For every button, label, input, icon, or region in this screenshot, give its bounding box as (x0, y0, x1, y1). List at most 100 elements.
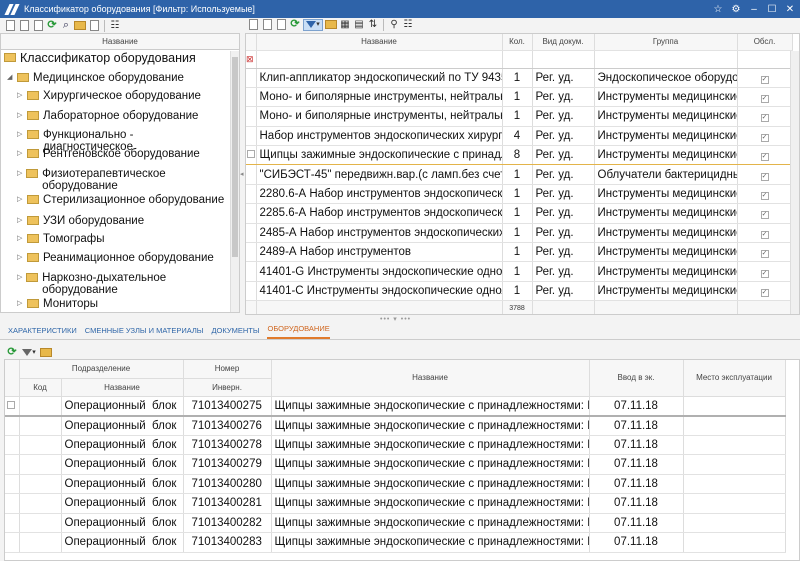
col-group[interactable]: Группа (594, 34, 738, 51)
table-row[interactable]: 2485-А Набор инструментов эндоскопически… (246, 223, 793, 244)
collapsed-arrow-icon[interactable]: ▷ (17, 233, 27, 245)
tree-node[interactable]: ▷ Хирургическое оборудование (17, 90, 226, 102)
minimize-button[interactable]: – (746, 1, 762, 17)
col-qty[interactable]: Кол. (502, 34, 533, 51)
table-row[interactable]: Набор инструментов эндоскопических хирур… (246, 126, 793, 147)
tree-node[interactable]: ◢ Медицинское оборудование (7, 72, 226, 84)
collapsed-arrow-icon[interactable]: ▷ (17, 215, 27, 227)
table-row[interactable]: Моно- и биполярные инструменты, нейтраль… (246, 87, 793, 108)
col-name[interactable]: Название (256, 34, 503, 51)
add-icon[interactable] (4, 20, 16, 32)
collapsed-arrow-icon[interactable]: ▷ (17, 129, 27, 141)
clear-filter-icon[interactable]: ⊠ (246, 50, 257, 69)
serviced-checkbox[interactable]: ✓ (737, 281, 793, 302)
filter-qty-input[interactable] (502, 50, 533, 69)
tree-node[interactable]: ▷ Томографы (17, 233, 226, 245)
collapsed-arrow-icon[interactable]: ▷ (17, 168, 26, 180)
serviced-checkbox[interactable]: ✓ (737, 87, 793, 108)
settings-icon[interactable]: ⚙ (728, 1, 744, 17)
tree-node[interactable]: ▷ Мониторы (17, 298, 226, 310)
serviced-checkbox[interactable]: ✓ (737, 145, 793, 166)
serviced-checkbox[interactable]: ✓ (737, 261, 793, 282)
close-button[interactable]: ✕ (782, 1, 798, 17)
tree-node[interactable]: Классификатор оборудования (4, 52, 226, 64)
col-code[interactable]: Код (19, 378, 62, 397)
serviced-checkbox[interactable]: ✓ (737, 68, 793, 88)
move-icon[interactable] (88, 20, 100, 32)
serviced-checkbox[interactable]: ✓ (737, 164, 793, 185)
folder-icon[interactable] (325, 19, 337, 31)
grid-scrollbar[interactable] (790, 51, 799, 314)
collapsed-arrow-icon[interactable]: ▷ (17, 298, 27, 310)
tab-3[interactable]: ОБОРУДОВАНИЕ (267, 324, 330, 339)
table-row[interactable]: Щипцы зажимные эндоскопические с принадл… (246, 145, 793, 166)
table-row[interactable]: Операционный блок 71013400280 Щипцы зажимн… (5, 474, 786, 494)
tree-node[interactable]: ▷ Лабораторное оборудование (17, 110, 226, 122)
tab-1[interactable]: СМЕННЫЕ УЗЛЫ И МАТЕРИАЛЫ (85, 326, 204, 339)
col-division-name[interactable]: Название (61, 378, 184, 397)
tree-node[interactable]: ▷ Рентгеновское оборудование (17, 148, 226, 160)
serviced-checkbox[interactable]: ✓ (737, 223, 793, 244)
table-row[interactable]: 41401-C Инструменты эндоскопические одно… (246, 281, 793, 302)
table-row[interactable]: Операционный блок 71013400283 Щипцы зажимн… (5, 532, 786, 553)
edit-icon[interactable] (275, 19, 287, 31)
grid-settings-icon[interactable]: ☷ (402, 19, 414, 31)
filter-group-input[interactable] (594, 50, 738, 69)
search-icon[interactable]: ⌕ (60, 20, 72, 32)
col-doctype[interactable]: Вид докум. (532, 34, 595, 51)
locate-icon[interactable]: ⚲ (388, 19, 400, 31)
col-division[interactable]: Подразделение (19, 360, 184, 379)
col-unit-name[interactable]: Название (271, 360, 590, 397)
serviced-checkbox[interactable]: ✓ (737, 106, 793, 127)
tree-node[interactable]: ▷ Стерилизационное оборудование (17, 194, 226, 206)
folder-icon[interactable] (40, 347, 52, 359)
tab-0[interactable]: ХАРАКТЕРИСТИКИ (8, 326, 77, 339)
col-place[interactable]: Место эксплуатации (683, 360, 786, 397)
refresh-icon[interactable]: ⟳ (289, 19, 301, 31)
col-number[interactable]: Номер (183, 360, 272, 379)
table-row[interactable]: 41401-G Инструменты эндоскопические одно… (246, 261, 793, 282)
refresh-icon[interactable]: ⟳ (6, 347, 18, 359)
filter-row[interactable]: ⊠ (246, 50, 793, 69)
serviced-checkbox[interactable]: ✓ (737, 203, 793, 224)
sort-icon[interactable]: ⇅ (367, 19, 379, 31)
filter-doctype-input[interactable] (532, 50, 595, 69)
table-row[interactable]: 2489-А Набор инструментов 1 Рег. уд. Инстру… (246, 242, 793, 263)
col-inv[interactable]: Инверн. (183, 378, 272, 397)
table-row[interactable]: Операционный блок 71013400282 Щипцы зажимн… (5, 513, 786, 533)
columns-icon[interactable]: ▦ (339, 19, 351, 31)
serviced-checkbox[interactable]: ✓ (737, 242, 793, 263)
maximize-button[interactable]: ☐ (764, 1, 780, 17)
expanded-arrow-icon[interactable]: ◢ (7, 72, 17, 84)
tab-2[interactable]: ДОКУМЕНТЫ (211, 326, 259, 339)
group-icon[interactable]: ▤ (353, 19, 365, 31)
collapsed-arrow-icon[interactable]: ▷ (17, 272, 26, 284)
table-row[interactable]: 2280.6-А Набор инструментов эндоскопичес… (246, 184, 793, 205)
table-row[interactable]: "СИБЭСТ-45" передвижн.вар.(с ламп.без сч… (246, 164, 793, 185)
serviced-checkbox[interactable]: ✓ (737, 126, 793, 147)
table-row[interactable]: Моно- и биполярные инструменты, нейтраль… (246, 106, 793, 127)
table-row[interactable]: Операционный блок 71013400276 Щипцы зажимн… (5, 415, 786, 436)
refresh-icon[interactable]: ⟳ (46, 20, 58, 32)
table-row[interactable]: Операционный блок 71013400275 Щипцы зажимн… (5, 396, 786, 417)
add-child-icon[interactable] (18, 20, 30, 32)
serviced-checkbox[interactable]: ✓ (737, 184, 793, 205)
tree-node[interactable]: ▷ Наркозно-дыхательное оборудование (17, 272, 226, 296)
folder-icon[interactable] (74, 20, 86, 32)
table-row[interactable]: Клип-аппликатор эндоскопический по ТУ 94… (246, 68, 793, 88)
copy-icon[interactable] (261, 19, 273, 31)
table-row[interactable]: Операционный блок 71013400278 Щипцы зажимн… (5, 435, 786, 455)
filter-serviced-input[interactable] (737, 50, 793, 69)
row-checkbox[interactable] (7, 400, 15, 409)
collapsed-arrow-icon[interactable]: ▷ (17, 148, 27, 160)
splitter-arrow-icon[interactable]: ◂ (240, 170, 244, 178)
tree-node[interactable]: ▷ УЗИ оборудование (17, 215, 226, 227)
tree-node[interactable]: ▷ Физиотерапевтическое оборудование (17, 168, 226, 192)
col-date[interactable]: Ввод в эк. (589, 360, 684, 397)
col-serviced[interactable]: Обсл. (737, 34, 793, 51)
edit-icon[interactable] (32, 20, 44, 32)
row-checkbox[interactable] (247, 150, 255, 159)
table-row[interactable]: 2285.6-А Набор инструментов эндоскопичес… (246, 203, 793, 224)
collapsed-arrow-icon[interactable]: ▷ (17, 110, 27, 122)
collapsed-arrow-icon[interactable]: ▷ (17, 194, 27, 206)
